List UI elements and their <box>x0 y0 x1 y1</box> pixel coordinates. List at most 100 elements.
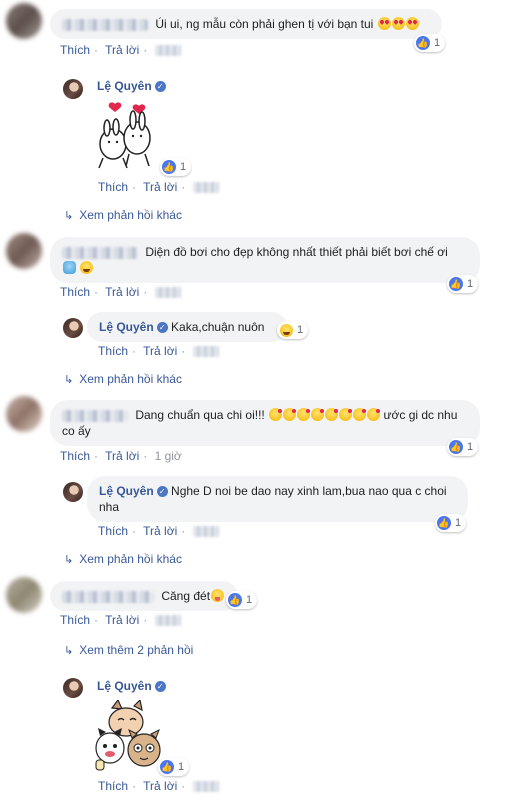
reaction-count[interactable]: 👍 1 <box>226 591 258 609</box>
commenter-name[interactable] <box>62 590 154 603</box>
avatar[interactable] <box>6 577 42 613</box>
comment-actions: Thích · Trả lời · <box>60 285 185 299</box>
like-thumb-icon: 👍 <box>416 36 430 50</box>
reply-bubble: Lệ Quyên ✓ Nghe D noi be dao nay xinh lam… <box>87 476 468 522</box>
reaction-count[interactable]: 👍 1 <box>160 158 192 176</box>
reply-author[interactable]: Lệ Quyên <box>99 484 154 498</box>
like-thumb-icon: 👍 <box>449 440 463 454</box>
reply-link[interactable]: Trả lời <box>143 180 177 194</box>
reply-link[interactable]: Trả lời <box>105 449 139 463</box>
reply-actions: Thích · Trả lời · <box>98 779 223 793</box>
reply-arrow-icon: ↳ <box>64 210 74 222</box>
reply-link[interactable]: Trả lời <box>105 285 139 299</box>
reaction-count[interactable]: 👍 1 <box>414 34 446 52</box>
like-link[interactable]: Thích <box>98 180 128 194</box>
timestamp[interactable]: 1 giờ <box>155 449 182 463</box>
verified-badge-icon: ✓ <box>154 81 166 93</box>
verified-badge-icon: ✓ <box>154 681 166 693</box>
comment-bubble: Dang chuẩn qua chi oi!!! ước gi dc nhu c… <box>50 400 480 446</box>
view-more-replies-link[interactable]: ↳ Xem phản hồi khác <box>64 552 182 566</box>
reaction-count[interactable]: 👍 1 <box>435 514 467 532</box>
like-link[interactable]: Thích <box>98 344 128 358</box>
reply-author[interactable]: Lệ Quyên <box>99 320 154 334</box>
like-link[interactable]: Thích <box>60 43 90 57</box>
kiss-emoji-icon <box>353 408 367 421</box>
reply-link[interactable]: Trả lời <box>105 43 139 57</box>
verified-badge-icon: ✓ <box>156 322 168 334</box>
like-thumb-icon: 👍 <box>160 760 174 774</box>
comment-bubble: Úi ui, ng mẫu còn phải ghen tị với bạn t… <box>50 9 442 39</box>
reaction-count[interactable]: 1 <box>277 321 309 339</box>
avatar[interactable] <box>6 396 42 432</box>
reply-arrow-icon: ↳ <box>64 554 74 566</box>
haha-reaction-icon <box>280 323 293 337</box>
like-thumb-icon: 👍 <box>162 160 176 174</box>
reply-link[interactable]: Trả lời <box>105 613 139 627</box>
avatar[interactable] <box>63 318 83 338</box>
like-thumb-icon: 👍 <box>228 593 242 607</box>
kiss-emoji-icon <box>339 408 353 421</box>
timestamp[interactable] <box>154 615 181 627</box>
heart-eyes-emoji-icon <box>391 17 405 30</box>
reaction-count[interactable]: 👍 1 <box>447 275 479 293</box>
avatar[interactable] <box>6 233 42 269</box>
comment-actions: Thích · Trả lời · <box>60 43 185 57</box>
commenter-name[interactable] <box>62 18 148 31</box>
comment-bubble: Diện đồ bơi cho đẹp không nhất thiết phả… <box>50 237 480 283</box>
reaction-count[interactable]: 👍 1 <box>447 438 479 456</box>
reply-link[interactable]: Trả lời <box>143 524 177 538</box>
timestamp[interactable] <box>192 781 219 793</box>
avatar[interactable] <box>6 3 42 39</box>
heart-eyes-emoji-icon <box>377 17 391 30</box>
view-more-replies-link[interactable]: ↳ Xem thêm 2 phản hồi <box>64 643 193 657</box>
swimming-emoji-icon <box>63 261 76 274</box>
timestamp[interactable] <box>192 526 219 538</box>
comment-text: Úi ui, ng mẫu còn phải ghen tị với bạn t… <box>155 17 374 31</box>
like-link[interactable]: Thích <box>98 779 128 793</box>
avatar[interactable] <box>63 79 83 99</box>
like-link[interactable]: Thích <box>60 449 90 463</box>
reply-actions: Thích · Trả lời · <box>98 524 223 538</box>
reply-author: Lệ Quyên ✓ <box>97 679 166 693</box>
reply-arrow-icon: ↳ <box>64 645 74 657</box>
like-link[interactable]: Thích <box>60 285 90 299</box>
timestamp[interactable] <box>192 346 219 358</box>
rofl-emoji-icon <box>80 261 94 274</box>
kiss-emoji-icon <box>283 408 297 421</box>
kiss-emoji-icon <box>297 408 311 421</box>
reply-link[interactable]: Trả lời <box>143 779 177 793</box>
kiss-emoji-icon <box>269 408 283 421</box>
reply-arrow-icon: ↳ <box>64 374 74 386</box>
reply-link[interactable]: Trả lời <box>143 344 177 358</box>
reaction-count[interactable]: 👍 1 <box>158 758 190 776</box>
tongue-wink-emoji-icon <box>211 589 225 602</box>
reply-bubble: Lệ Quyên ✓ Kaka,chuận nuôn <box>87 312 287 342</box>
timestamp[interactable] <box>154 287 181 299</box>
commenter-name[interactable] <box>62 246 138 259</box>
avatar[interactable] <box>63 678 83 698</box>
sticker-bunnies-image <box>98 102 151 169</box>
heart-eyes-emoji-icon <box>405 17 419 30</box>
timestamp[interactable] <box>154 45 181 57</box>
reply-author: Lệ Quyên ✓ <box>97 79 166 93</box>
comment-text: Căng đét <box>161 589 211 603</box>
kiss-emoji-icon <box>325 408 339 421</box>
like-link[interactable]: Thích <box>60 613 90 627</box>
comment-actions: Thích · Trả lời · <box>60 613 185 627</box>
comment-text: Diện đồ bơi cho đẹp không nhất thiết phả… <box>145 245 448 259</box>
like-thumb-icon: 👍 <box>449 277 463 291</box>
view-more-replies-link[interactable]: ↳ Xem phản hồi khác <box>64 372 182 386</box>
commenter-name[interactable] <box>62 409 128 422</box>
timestamp[interactable] <box>192 182 219 194</box>
comment-actions: Thích · Trả lời · 1 giờ <box>60 449 182 463</box>
like-thumb-icon: 👍 <box>437 516 451 530</box>
comment-text: Dang chuẩn qua chi oi!!! <box>135 408 265 422</box>
comment-bubble: Căng đét <box>50 581 238 611</box>
view-more-replies-link[interactable]: ↳ Xem phản hồi khác <box>64 208 182 222</box>
avatar[interactable] <box>63 482 83 502</box>
reply-actions: Thích · Trả lời · <box>98 180 223 194</box>
reply-text: Kaka,chuận nuôn <box>171 320 265 334</box>
kiss-emoji-icon <box>367 408 381 421</box>
verified-badge-icon: ✓ <box>156 486 168 498</box>
like-link[interactable]: Thích <box>98 524 128 538</box>
